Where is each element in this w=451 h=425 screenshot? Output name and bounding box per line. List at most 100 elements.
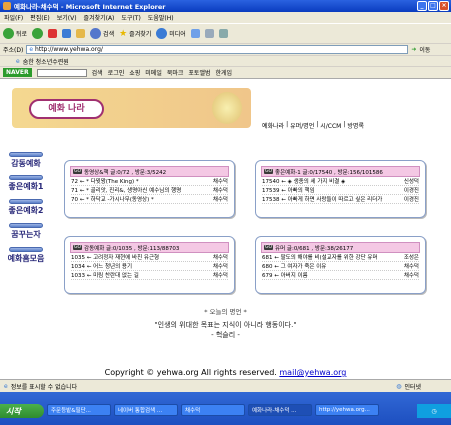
leftnav-item-home-collection[interactable]: 예화홈모음 — [6, 247, 46, 264]
tray-icon: ◷ — [431, 407, 437, 415]
board-panel-humor: GO 유머 글:0/681 , 방문:38/26177 681 ← 팔도의 해야를… — [255, 236, 426, 294]
topnav-guestbook[interactable]: 방명록 — [347, 121, 364, 130]
list-item[interactable]: 17539 ← 아빠의 책임 이경진 — [262, 186, 419, 195]
panel-header[interactable]: GO 감동예화 글:0/1035 , 방문:113/88703 — [70, 242, 229, 253]
taskbar-item[interactable]: 채수덕 — [181, 404, 245, 416]
home-icon[interactable] — [76, 29, 86, 38]
status-page-icon: e — [4, 382, 8, 390]
system-tray[interactable]: ◷ — [417, 404, 451, 418]
go-icon: GO — [73, 245, 83, 250]
favorites-button[interactable]: ★ 즐겨찾기 — [119, 29, 151, 39]
topnav-yehwa[interactable]: 예화나라 — [262, 121, 284, 130]
nav-bar-icon — [9, 152, 43, 157]
naver-search-input[interactable] — [36, 68, 87, 77]
status-zone: 인터넷 — [404, 383, 421, 391]
motto-heading: * 오늘의 명언 * — [204, 308, 247, 316]
history-icon[interactable] — [190, 29, 200, 38]
list-item[interactable]: 681 ← 팔도의 해야를 비(설교자를 위한 강단 유머 조성은 — [262, 253, 419, 262]
go-arrow-icon[interactable]: ➜ — [411, 46, 416, 53]
leftnav-item-dreamer[interactable]: 꿈꾸는자 — [6, 223, 46, 240]
toolbar: 뒤로 검색 ★ 즐겨찾기 미디어 — [0, 23, 451, 43]
naver-hangame[interactable]: 한게임 — [216, 68, 233, 77]
email-link[interactable]: mail@yehwa.org — [279, 368, 346, 377]
internet-zone-icon: ◍ — [396, 382, 402, 390]
menu-bar: 파일(F) 편집(E) 보기(V) 즐겨찾기(A) 도구(T) 도움말(H) — [0, 12, 451, 23]
nav-bar-icon — [9, 247, 43, 252]
list-item[interactable]: 679 ← 아버지 이름 채수덕 — [262, 271, 419, 280]
maximize-button[interactable]: □ — [428, 1, 438, 11]
menu-file[interactable]: 파일(F) — [4, 13, 23, 22]
topnav-humor[interactable]: 유머/명언 — [290, 121, 314, 130]
taskbar-item[interactable]: 주문등밭&필단... — [47, 404, 111, 416]
close-button[interactable]: × — [439, 1, 449, 11]
naver-search-button[interactable]: 검색 — [92, 68, 103, 77]
address-url: http://www.yehwa.org/ — [35, 46, 103, 53]
character-illustration — [212, 92, 242, 124]
list-item[interactable]: 1034 ← 어느 청년의 용기 채수덕 — [71, 262, 228, 271]
address-input[interactable]: e http://www.yehwa.org/ — [26, 45, 409, 54]
list-item[interactable]: 17538 ← 아빠게 하면 사랑들이 따르고 싶은 리더가 이경진 — [262, 195, 419, 204]
back-button[interactable]: 뒤로 — [3, 28, 27, 39]
link-page-icon: e — [16, 57, 20, 65]
nav-bar-icon — [9, 175, 43, 180]
top-nav: 예화나라 | 유머/명언 | 시/CCM | 방명록 — [262, 121, 364, 130]
leftnav-item-good2[interactable]: 좋은예화2 — [6, 199, 46, 216]
leftnav-label: 감동예화 — [11, 159, 41, 168]
panel-header[interactable]: GO 동영상&책 글:0/72 , 방문:3/5242 — [70, 166, 229, 177]
naver-photo-album[interactable]: 포토앨범 — [188, 68, 210, 77]
leftnav-label: 예화홈모음 — [7, 254, 45, 263]
site-title: 예화 나라 — [29, 99, 104, 119]
list-item[interactable]: 680 ← 그 여자가 죽은 이유 채수덕 — [262, 262, 419, 271]
list-item[interactable]: 17540 ← ◈ 생종의 세 가지 비결 ◈ 신성덕 — [262, 177, 419, 186]
menu-favorites[interactable]: 즐겨찾기(A) — [84, 13, 115, 22]
minimize-button[interactable]: _ — [417, 1, 427, 11]
status-bar: e 정보를 표시할 수 없습니다 ◍ 인터넷 — [0, 379, 451, 392]
refresh-icon[interactable] — [62, 29, 72, 38]
media-icon — [156, 28, 168, 39]
links-bar: e 숨한 청소년수련원 — [0, 55, 451, 66]
naver-login[interactable]: 로그인 — [108, 68, 125, 77]
taskbar-item[interactable]: 네이버 통합검색 ... — [114, 404, 178, 416]
mail-icon[interactable] — [204, 29, 214, 38]
links-item[interactable]: 숨한 청소년수련원 — [23, 57, 69, 66]
menu-view[interactable]: 보기(V) — [57, 13, 77, 22]
menu-edit[interactable]: 편집(E) — [30, 13, 50, 22]
address-bar: 주소(D) e http://www.yehwa.org/ ➜ 이동 — [0, 43, 451, 55]
left-nav: 감동예화 좋은예화1 좋은예화2 꿈꾸는자 예화홈모음 — [6, 152, 46, 282]
list-item[interactable]: 1033 ← 미림 찬란대 없는 길 채수덕 — [71, 271, 228, 280]
media-button[interactable]: 미디어 — [156, 28, 186, 39]
search-button[interactable]: 검색 — [90, 28, 114, 39]
page-icon: e — [29, 46, 34, 53]
list-item[interactable]: 1035 ← 고려정자 재현에 바친 유근형 채수덕 — [71, 253, 228, 262]
taskbar: 시작 주문등밭&필단... 네이버 통합검색 ... 채수덕 예화나라-채수덕 … — [0, 392, 451, 425]
go-button[interactable]: 이동 — [419, 45, 430, 54]
start-button[interactable]: 시작 — [0, 404, 44, 418]
ie-icon — [3, 2, 11, 10]
motto-quote: "인생의 위대한 목표는 지식이 아니라 행동이다." — [154, 321, 297, 329]
go-icon: GO — [264, 245, 274, 250]
panel-header[interactable]: GO 유머 글:0/681 , 방문:38/26177 — [261, 242, 420, 253]
taskbar-item[interactable]: 예화나라-채수덕 ... — [248, 404, 312, 416]
naver-shopping[interactable]: 쇼핑 — [129, 68, 140, 77]
list-item[interactable]: 70 ← * 하닥교 -가시나무(동영상) * 채수덕 — [71, 195, 228, 204]
topnav-poem[interactable]: 시/CCM — [320, 121, 341, 130]
list-item[interactable]: 71 ← * 골리앗, 진리&, 생명아신 예수님의 행명 채수덕 — [71, 186, 228, 195]
back-label: 뒤로 — [16, 31, 28, 38]
menu-help[interactable]: 도움말(H) — [148, 13, 174, 22]
menu-tools[interactable]: 도구(T) — [121, 13, 140, 22]
taskbar-item[interactable]: http://yehwa.org... — [315, 404, 379, 416]
leftnav-label: 좋은예화2 — [8, 206, 44, 215]
nav-bar-icon — [9, 199, 43, 204]
panel-header[interactable]: GO 좋은예화-1 글:0/17540 , 방문:156/101586 — [261, 166, 420, 177]
print-icon[interactable] — [218, 29, 228, 38]
favorites-label: 즐겨찾기 — [129, 31, 152, 38]
naver-bookmark[interactable]: 북마크 — [167, 68, 184, 77]
naver-mail[interactable]: 미메일 — [145, 68, 162, 77]
stop-icon[interactable] — [48, 29, 58, 38]
list-item[interactable]: 72 ← * 다윗왕(The King) * 채수덕 — [71, 177, 228, 186]
naver-logo[interactable]: NAVER — [3, 68, 32, 77]
leftnav-item-gamdong[interactable]: 감동예화 — [6, 152, 46, 169]
leftnav-label: 좋은예화1 — [8, 182, 44, 191]
leftnav-item-good1[interactable]: 좋은예화1 — [6, 175, 46, 192]
forward-icon[interactable] — [32, 28, 44, 39]
